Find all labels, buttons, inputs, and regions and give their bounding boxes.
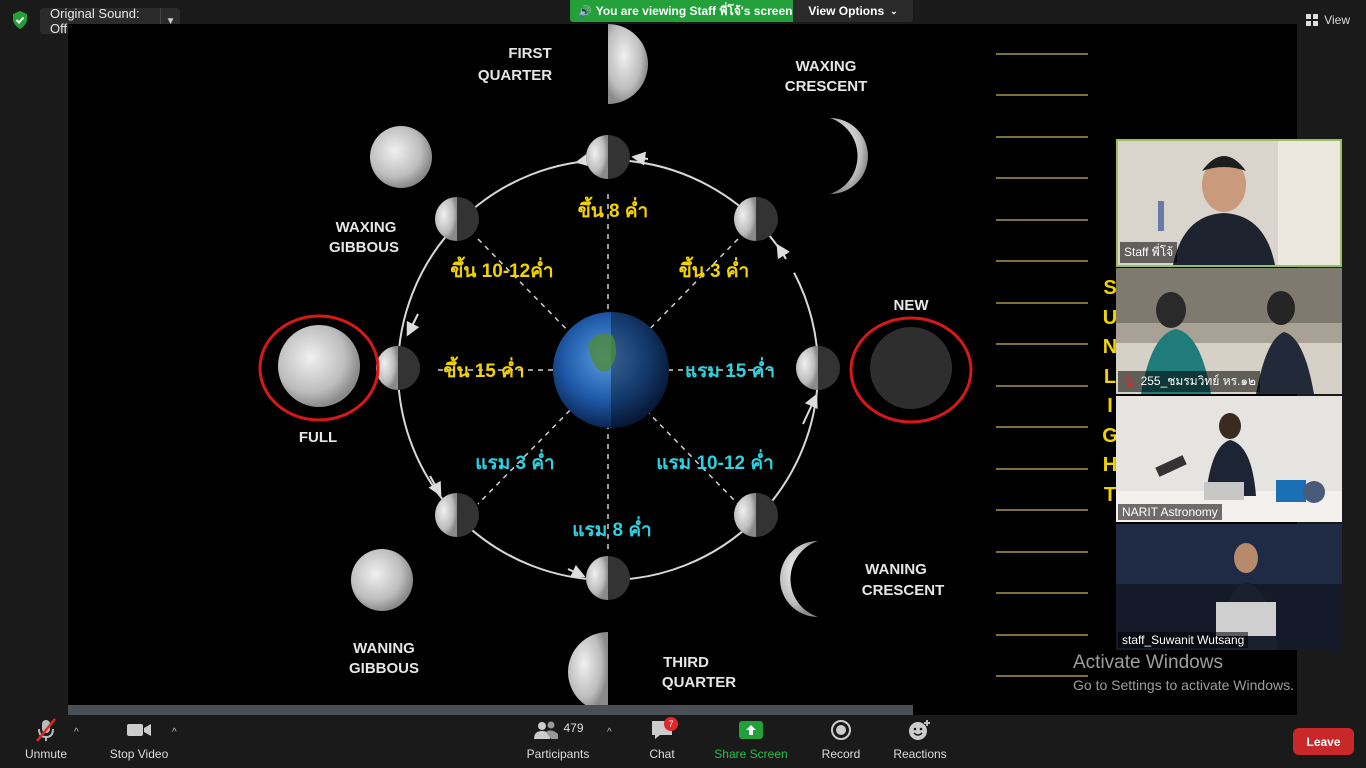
unmute-button[interactable]: Unmute (22, 715, 70, 768)
mic-muted-icon: 🎙 (1122, 374, 1138, 388)
viewing-banner-text: You are viewing Staff พี่โจ้'s screen (595, 3, 793, 18)
third-quarter-label-2: QUARTER (662, 674, 736, 691)
activate-windows-title: Activate Windows (1073, 652, 1223, 673)
grid-icon (1306, 14, 1319, 26)
people-icon (534, 721, 559, 739)
participants-button[interactable]: 479 Participants (526, 715, 590, 768)
participant-name: Staff พี่โจ้ (1120, 242, 1178, 263)
orbit-arrow (406, 313, 420, 337)
participant-name: staff_Suwanit Wutsang (1118, 632, 1249, 648)
view-options-label: View Options (808, 4, 885, 18)
audio-options-caret-icon[interactable]: ^ (74, 727, 79, 738)
video-tile-active-speaker[interactable]: Staff พี่โจ้ (1116, 139, 1342, 267)
stop-video-button[interactable]: Stop Video (107, 715, 171, 768)
waning-crescent-label-1: WANING (865, 561, 927, 578)
participants-icon-wrap: 479 (532, 715, 584, 745)
video-tile[interactable]: staff_Suwanit Wutsang (1116, 524, 1342, 650)
third-quarter-moon (568, 632, 608, 712)
view-button[interactable]: View (1306, 8, 1350, 32)
chat-label: Chat (649, 747, 675, 761)
share-screen-button[interactable]: Share Screen (713, 715, 789, 768)
video-tile[interactable]: NARIT Astronomy (1116, 396, 1342, 522)
thai-label-wax8: ขึ้น 8 ค่ำ (578, 196, 648, 222)
thai-label-wan8: แรม 8 ค่ำ (572, 516, 651, 541)
sunlight-arrows (996, 53, 1088, 677)
chat-button[interactable]: 7 Chat (640, 715, 684, 768)
waxing-crescent-label-1: WAXING (796, 58, 857, 75)
chevron-down-icon: ⌄ (890, 5, 898, 16)
share-screen-icon (738, 715, 764, 745)
activate-windows-subtitle: Go to Settings to activate Windows. (1073, 677, 1294, 693)
shared-screen: FIRST QUARTER WAXING CRESCENT WAXING GIB… (68, 24, 1297, 715)
thai-label-wan3: แรม 3 ค่ำ (475, 449, 554, 474)
view-options-button[interactable]: View Options ⌄ (793, 0, 913, 22)
horizontal-scrollbar[interactable] (68, 705, 913, 715)
video-tile[interactable]: 🎙 255_ชมรมวิทย์ หร.๑๒ (1116, 268, 1342, 394)
video-camera-icon (126, 715, 152, 745)
third-quarter-label-1: THIRD (663, 654, 709, 671)
activate-windows-watermark: Activate Windows Go to Settings to activ… (1073, 652, 1294, 693)
orbit-arrow (567, 564, 586, 578)
thai-label-wax3: ขึ้น 3 ค่ำ (679, 256, 749, 282)
participant-name-text: 255_ชมรมวิทย์ หร.๑๒ (1140, 374, 1256, 388)
record-label: Record (821, 747, 861, 761)
waxing-crescent-moon (830, 118, 868, 194)
record-button[interactable]: Record (818, 715, 864, 768)
new-label: NEW (894, 297, 930, 314)
security-shield-icon[interactable] (10, 10, 30, 30)
stop-video-label: Stop Video (109, 747, 169, 761)
thai-label-wan10-12: แรม 10-12 ค่ำ (656, 449, 774, 474)
new-moon (870, 327, 952, 409)
waxing-gibbous-label-1: WAXING (336, 219, 397, 236)
speaker-icon: 🔊 (578, 5, 592, 18)
waning-gibbous-moon (351, 549, 413, 611)
participant-name: 🎙 255_ชมรมวิทย์ หร.๑๒ (1118, 371, 1260, 392)
video-options-caret-icon[interactable]: ^ (172, 727, 177, 738)
full-moon (278, 325, 360, 407)
participants-options-caret-icon[interactable]: ^ (607, 727, 612, 738)
chat-icon: 7 (650, 715, 678, 745)
waxing-gibbous-label-2: GIBBOUS (329, 239, 399, 256)
share-screen-label: Share Screen (714, 747, 788, 761)
leave-button[interactable]: Leave (1293, 728, 1354, 755)
emoji-add-icon (908, 715, 932, 745)
view-label: View (1324, 13, 1350, 27)
waning-crescent-moon (780, 541, 818, 617)
full-label: FULL (299, 429, 337, 446)
thai-label-wan15: แรม 15 ค่ำ (685, 357, 775, 382)
waning-crescent-label-2: CRESCENT (862, 582, 945, 599)
participants-label: Participants (526, 747, 590, 761)
waning-gibbous-label-1: WANING (353, 640, 415, 657)
mic-muted-icon (33, 715, 59, 745)
thai-label-wax15: ขึ้น 15 ค่ำ (443, 356, 524, 382)
reactions-button[interactable]: Reactions (891, 715, 949, 768)
waxing-crescent-label-2: CRESCENT (785, 78, 868, 95)
orbit-arrow (631, 151, 649, 166)
first-quarter-label-2: QUARTER (478, 67, 552, 84)
chat-badge: 7 (664, 717, 678, 731)
first-quarter-moon (608, 24, 648, 104)
thai-label-wax10-12: ขึ้น 10-12ค่ำ (450, 256, 553, 282)
viewing-banner: 🔊 You are viewing Staff พี่โจ้'s screen (570, 0, 801, 22)
reactions-label: Reactions (893, 747, 947, 761)
meeting-toolbar: Unmute ^ Stop Video ^ 479 Participants ^… (0, 715, 1366, 768)
orbit-arrow (776, 243, 790, 260)
waxing-gibbous-moon (370, 126, 432, 188)
waning-gibbous-label-2: GIBBOUS (349, 660, 419, 677)
record-icon (830, 715, 852, 745)
participant-name: NARIT Astronomy (1118, 504, 1222, 520)
first-quarter-label-1: FIRST (508, 45, 551, 62)
unmute-label: Unmute (24, 747, 68, 761)
participants-count: 479 (563, 721, 584, 735)
